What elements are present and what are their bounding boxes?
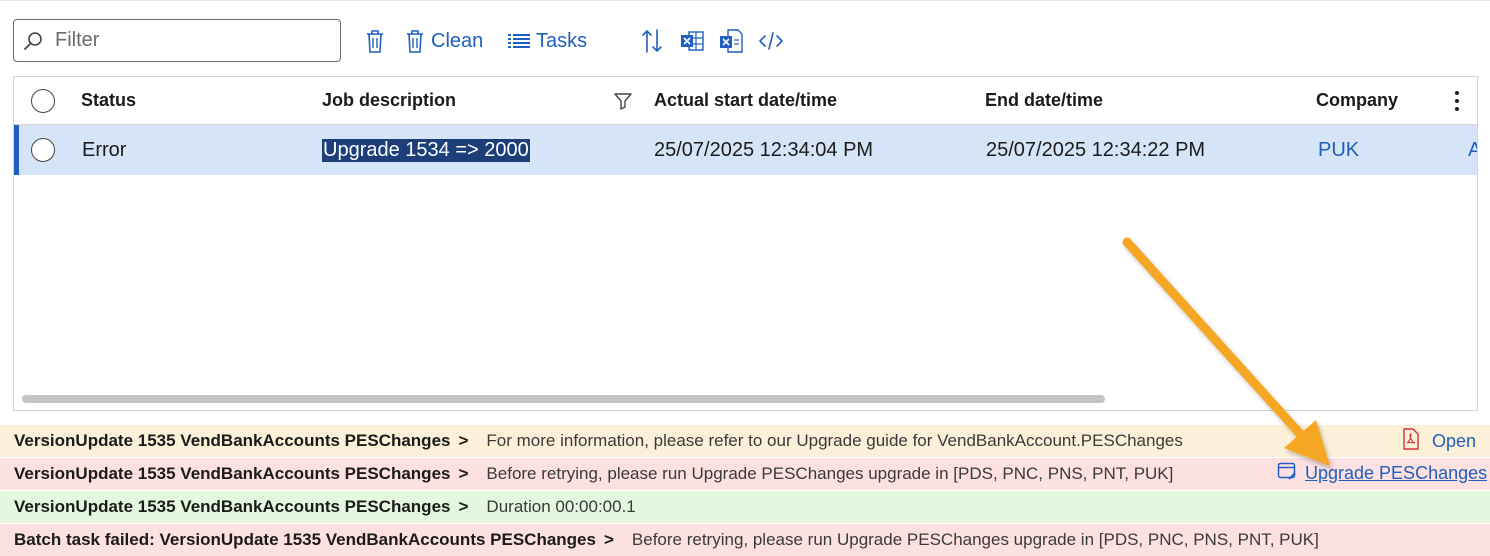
excel-icon	[680, 29, 704, 53]
top-divider	[0, 0, 1490, 1]
message-bar-error: VersionUpdate 1535 VendBankAccounts PESC…	[0, 458, 1490, 490]
message-source: VersionUpdate 1535 VendBankAccounts PESC…	[14, 464, 451, 483]
clean-button[interactable]: Clean	[405, 26, 483, 56]
message-text: Before retrying, please run Upgrade PESC…	[486, 464, 1174, 483]
view-code-button[interactable]	[758, 26, 784, 56]
filter-input[interactable]	[53, 28, 327, 53]
batch-jobs-grid: Status Job description Actual start date…	[13, 76, 1478, 411]
cell-next-column-peek[interactable]: A	[1468, 125, 1477, 175]
column-header-company[interactable]: Company	[1316, 77, 1398, 124]
filter-funnel-icon[interactable]	[613, 77, 633, 124]
message-source: Batch task failed: VersionUpdate 1535 Ve…	[14, 530, 596, 549]
row-select-radio[interactable]	[31, 138, 55, 162]
message-bar-success: VersionUpdate 1535 VendBankAccounts PESC…	[0, 491, 1490, 523]
open-form-icon	[1277, 461, 1297, 486]
upgrade-peschanges-label: Upgrade PESChanges	[1305, 463, 1488, 483]
clean-label: Clean	[431, 29, 484, 52]
message-bar-warning: VersionUpdate 1535 VendBankAccounts PESC…	[0, 425, 1490, 457]
horizontal-scrollbar[interactable]	[22, 395, 1105, 403]
tasks-button[interactable]: Tasks	[508, 26, 587, 56]
more-options-icon[interactable]	[1454, 77, 1460, 124]
export-excel-button[interactable]	[680, 26, 704, 56]
message-text: For more information, please refer to ou…	[486, 431, 1183, 450]
delete-button[interactable]	[365, 26, 385, 56]
batch-job-page: Clean Tasks Status Job description	[0, 0, 1490, 556]
upgrade-peschanges-action[interactable]: Upgrade PESChanges	[1277, 461, 1487, 486]
trash-icon	[405, 28, 425, 54]
message-bar-batch-failed: Batch task failed: VersionUpdate 1535 Ve…	[0, 524, 1490, 556]
message-separator: >	[458, 464, 469, 483]
message-text: Before retrying, please run Upgrade PESC…	[631, 530, 1319, 549]
sort-button[interactable]	[641, 26, 663, 56]
pdf-icon	[1402, 428, 1420, 455]
message-text: Duration 00:00:00.1	[486, 497, 636, 516]
cell-end: 25/07/2025 12:34:22 PM	[986, 138, 1206, 161]
column-header-actual-start[interactable]: Actual start date/time	[654, 77, 837, 124]
cell-company-link[interactable]: PUK	[1318, 125, 1359, 175]
table-row[interactable]: Error Upgrade 1534 => 2000 25/07/2025 12…	[14, 125, 1477, 175]
grid-header: Status Job description Actual start date…	[14, 77, 1477, 125]
cell-status: Error	[82, 138, 127, 161]
column-header-status[interactable]: Status	[81, 77, 136, 124]
sort-icon	[641, 28, 663, 54]
message-separator: >	[458, 497, 469, 516]
cell-job-description[interactable]: Upgrade 1534 => 2000	[322, 125, 530, 175]
message-source: VersionUpdate 1535 VendBankAccounts PESC…	[14, 431, 451, 450]
open-guide-label: Open	[1432, 431, 1477, 451]
code-icon	[758, 30, 784, 52]
cell-job-description-text[interactable]: Upgrade 1534 => 2000	[322, 138, 530, 162]
row-selection-indicator	[14, 125, 19, 175]
cell-actual-start: 25/07/2025 12:34:04 PM	[654, 138, 874, 161]
search-icon	[23, 30, 45, 52]
open-guide-action[interactable]: Open	[1402, 428, 1476, 455]
column-header-end[interactable]: End date/time	[985, 77, 1103, 124]
trash-icon	[365, 28, 385, 54]
select-all-radio[interactable]	[31, 89, 55, 113]
message-separator: >	[458, 431, 469, 450]
list-icon	[508, 33, 530, 49]
open-in-excel-button[interactable]	[719, 26, 743, 56]
excel-open-icon	[719, 28, 743, 54]
column-header-job-description[interactable]: Job description	[322, 77, 456, 124]
filter-input-box[interactable]	[13, 19, 341, 62]
tasks-label: Tasks	[536, 29, 588, 52]
message-source: VersionUpdate 1535 VendBankAccounts PESC…	[14, 497, 451, 516]
message-separator: >	[603, 530, 614, 549]
